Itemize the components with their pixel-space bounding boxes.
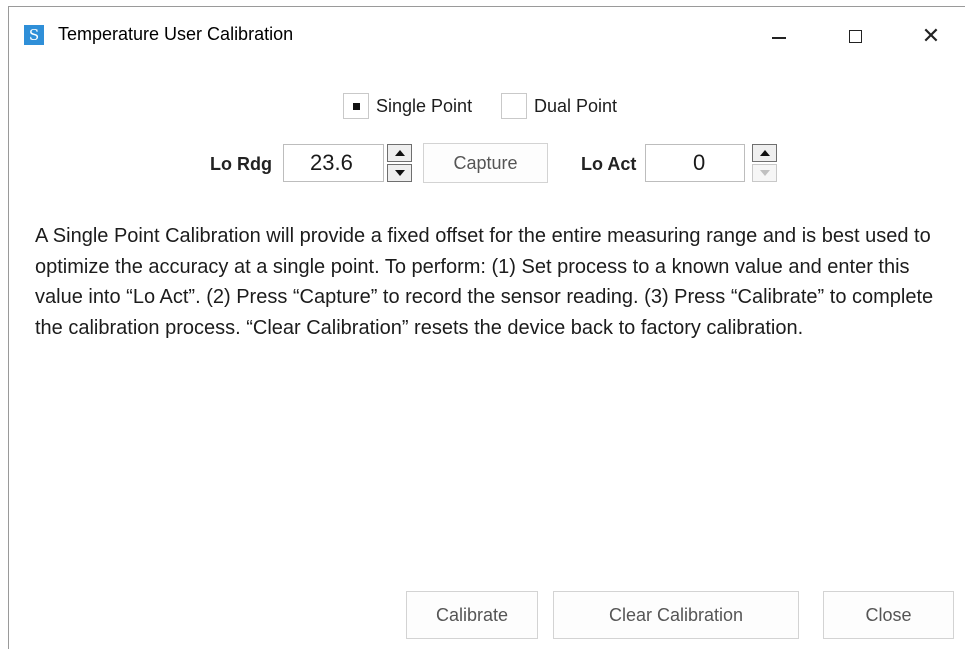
lo-rdg-increment-button[interactable] bbox=[387, 144, 412, 162]
lo-rdg-label: Lo Rdg bbox=[210, 154, 272, 174]
dual-point-label[interactable]: Dual Point bbox=[534, 96, 617, 117]
calibration-instructions: A Single Point Calibration will provide … bbox=[35, 225, 934, 339]
window-title: Temperature User Calibration bbox=[58, 24, 294, 44]
chevron-down-icon bbox=[394, 170, 405, 176]
lo-act-label: Lo Act bbox=[581, 154, 637, 174]
lo-act-decrement-button[interactable] bbox=[752, 164, 777, 182]
lo-rdg-input[interactable]: 23.6 bbox=[283, 144, 384, 182]
close-icon: ✕ bbox=[921, 23, 941, 49]
single-point-checkbox[interactable] bbox=[343, 93, 369, 119]
close-button[interactable]: Close bbox=[823, 591, 954, 639]
clear-calibration-button[interactable]: Clear Calibration bbox=[553, 591, 799, 639]
calibrate-button[interactable]: Calibrate bbox=[406, 591, 538, 639]
single-point-label[interactable]: Single Point bbox=[376, 96, 472, 117]
lo-act-input[interactable]: 0 bbox=[645, 144, 745, 182]
dual-point-checkbox[interactable] bbox=[501, 93, 527, 119]
minimize-icon bbox=[772, 37, 786, 39]
maximize-button[interactable] bbox=[827, 15, 883, 57]
lo-rdg-stepper bbox=[387, 144, 412, 182]
chevron-up-icon bbox=[394, 150, 405, 156]
checked-indicator-icon bbox=[353, 103, 360, 110]
chevron-down-icon bbox=[759, 170, 770, 176]
chevron-up-icon bbox=[759, 150, 770, 156]
app-logo-icon: S bbox=[24, 25, 44, 45]
lo-act-increment-button[interactable] bbox=[752, 144, 777, 162]
lo-act-stepper bbox=[752, 144, 777, 182]
close-window-button[interactable]: ✕ bbox=[903, 15, 959, 57]
title-bar[interactable]: S Temperature User Calibration ✕ bbox=[9, 7, 965, 63]
minimize-button[interactable] bbox=[751, 15, 807, 57]
calibration-window: S Temperature User Calibration ✕ Single … bbox=[8, 6, 965, 649]
maximize-icon bbox=[848, 29, 862, 43]
capture-button[interactable]: Capture bbox=[423, 143, 548, 183]
lo-rdg-decrement-button[interactable] bbox=[387, 164, 412, 182]
